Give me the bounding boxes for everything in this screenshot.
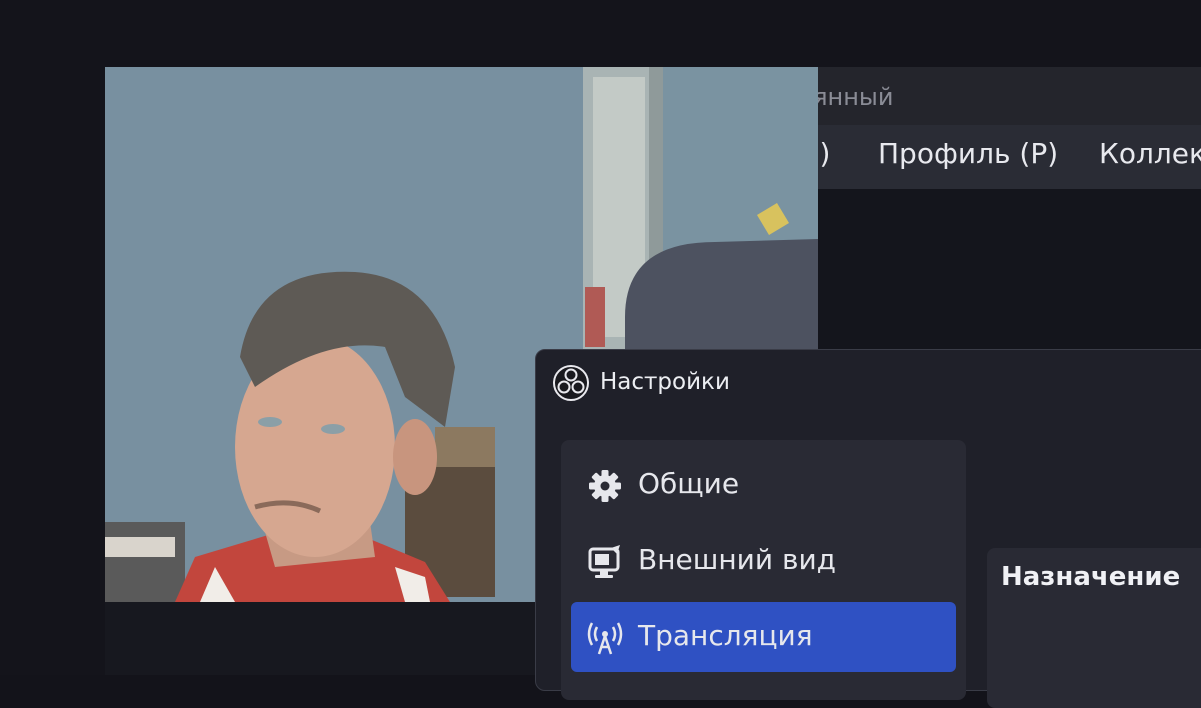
settings-titlebar: Настройки <box>536 350 1201 414</box>
appearance-icon <box>588 545 620 578</box>
sidebar-item-label: Трансляция <box>638 619 813 652</box>
obs-logo-icon <box>553 365 589 401</box>
menu-item-scene-collection[interactable]: Коллек <box>1099 137 1201 170</box>
menu-item-profile[interactable]: Профиль (P) <box>878 137 1058 170</box>
sidebar-item-label: Общие <box>638 467 740 500</box>
broadcast-antenna-icon <box>587 622 623 655</box>
destination-heading: Назначение <box>1001 562 1181 592</box>
settings-window: Настройки Общие Внешний вид Трансляция Н… <box>535 349 1201 708</box>
stream-destination-panel: Назначение <box>987 548 1201 708</box>
gear-icon <box>589 470 621 502</box>
sidebar-item-label: Внешний вид <box>638 543 837 576</box>
settings-title: Настройки <box>600 369 730 395</box>
sidebar-item-stream[interactable]: Трансляция <box>571 602 956 672</box>
settings-sidebar: Общие Внешний вид Трансляция <box>561 440 966 700</box>
sidebar-item-appearance[interactable]: Внешний вид <box>571 526 956 596</box>
sidebar-item-general[interactable]: Общие <box>571 450 956 520</box>
